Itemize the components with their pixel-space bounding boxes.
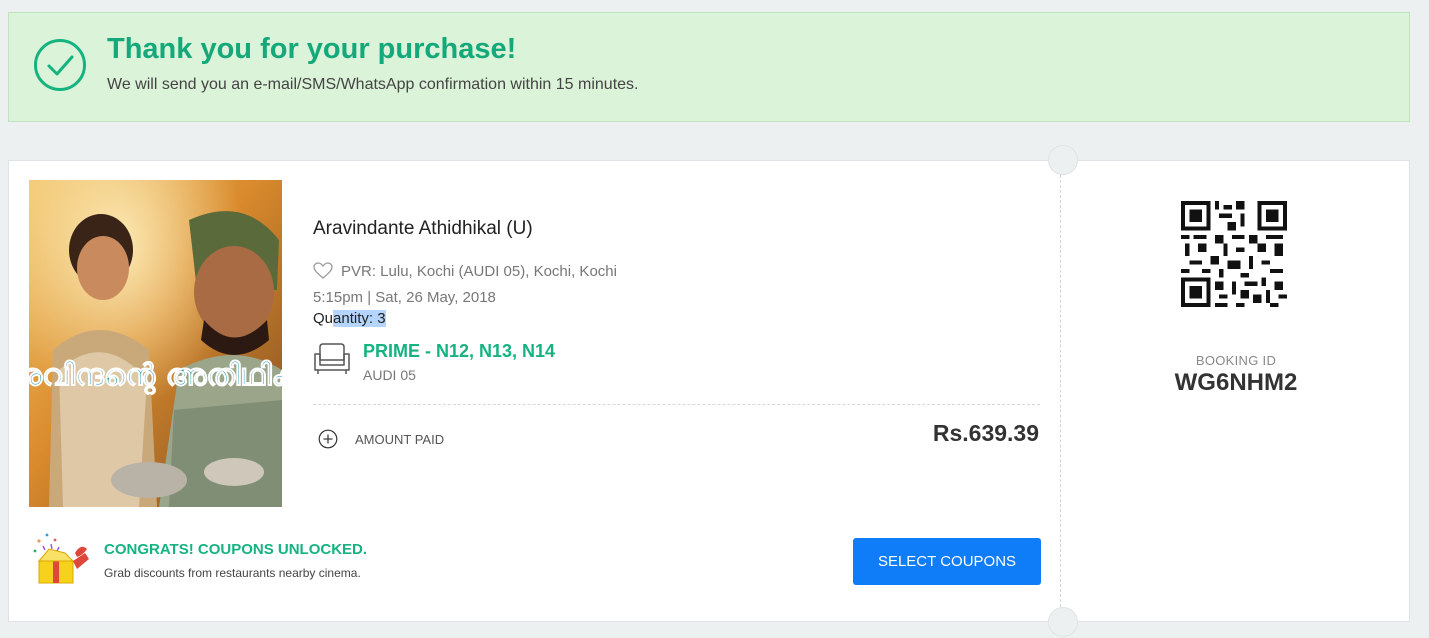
quantity-selected-text: antity: 3 [333, 310, 386, 327]
venue-text: PVR: Lulu, Kochi (AUDI 05), Kochi, Kochi [341, 262, 617, 280]
amount-paid-value: Rs.639.39 [932, 420, 1039, 446]
show-datetime: 5:15pm | Sat, 26 May, 2018 [313, 289, 496, 306]
banner-title: Thank you for your purchase! [107, 33, 517, 65]
heart-icon[interactable] [313, 262, 333, 280]
gift-box-icon [33, 533, 89, 584]
ticket-card: അരവിന്ദന്റെ അതിഥികൾ Aravindante Athidhik… [8, 145, 1410, 637]
section-divider [313, 404, 1040, 405]
ticket-notch-bottom [1048, 607, 1078, 637]
venue-row: PVR: Lulu, Kochi (AUDI 05), Kochi, Kochi [313, 262, 617, 280]
movie-poster: അരവിന്ദന്റെ അതിഥികൾ [29, 180, 282, 507]
coupons-title: CONGRATS! COUPONS UNLOCKED. [104, 541, 368, 558]
check-circle-icon [34, 39, 86, 91]
booking-id-value: WG6NHM2 [1174, 369, 1298, 396]
seat-icon [314, 343, 350, 374]
qr-code [1181, 201, 1287, 307]
expand-plus-icon[interactable] [318, 429, 338, 449]
coupons-subtitle: Grab discounts from restaurants nearby c… [104, 566, 361, 580]
quantity-prefix: Qu [313, 310, 334, 327]
poster-title: അരവിന്ദന്റെ അതിഥികൾ [29, 358, 282, 395]
banner-subtitle: We will send you an e-mail/SMS/WhatsApp … [107, 76, 639, 93]
quantity: Quantity: 3 [313, 310, 386, 327]
movie-title: Aravindante Athidhikal (U) [313, 218, 533, 239]
amount-paid-label: AMOUNT PAID [355, 432, 445, 447]
ticket-notch-top [1048, 145, 1078, 175]
audi-label: AUDI 05 [363, 367, 416, 383]
seat-numbers: PRIME - N12, N13, N14 [363, 341, 556, 361]
confirmation-banner: Thank you for your purchase! We will sen… [8, 12, 1410, 122]
booking-id-label: BOOKING ID [1195, 353, 1277, 368]
select-coupons-button[interactable]: SELECT COUPONS [853, 538, 1041, 585]
